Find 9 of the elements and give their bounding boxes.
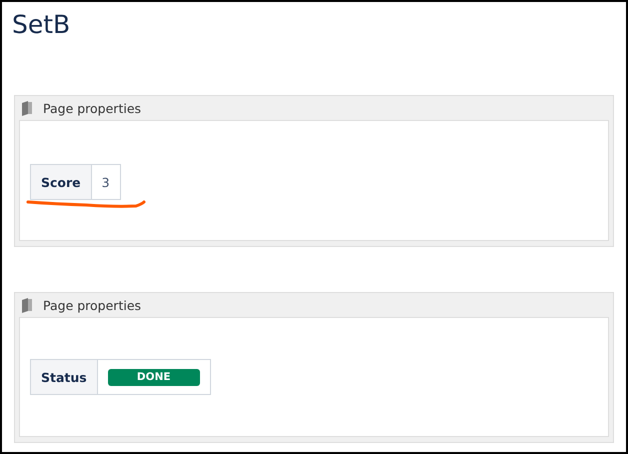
book-icon: [21, 298, 33, 312]
property-label: Status: [30, 360, 98, 394]
property-value: 3: [91, 164, 120, 200]
panel-title: Page properties: [43, 298, 142, 312]
status-lozenge: DONE: [108, 369, 200, 386]
property-label: Score: [30, 164, 92, 200]
book-icon: [21, 100, 33, 116]
page-title: SetB: [12, 9, 72, 41]
panel-title: Page properties: [43, 100, 142, 116]
